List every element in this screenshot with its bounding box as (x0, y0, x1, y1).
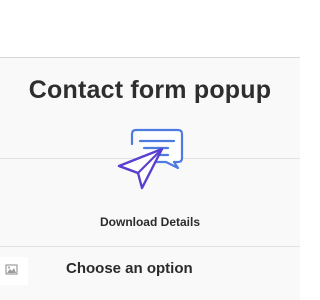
download-details-link[interactable]: Download Details (0, 215, 300, 229)
send-message-icon (116, 126, 186, 192)
choose-option-heading: Choose an option (66, 260, 193, 277)
broken-image-icon (0, 257, 28, 285)
popup-title: Contact form popup (28, 76, 272, 104)
top-bar (0, 0, 300, 58)
divider (0, 246, 300, 247)
popup-page: Contact form popup Download Details Choo… (0, 0, 300, 300)
